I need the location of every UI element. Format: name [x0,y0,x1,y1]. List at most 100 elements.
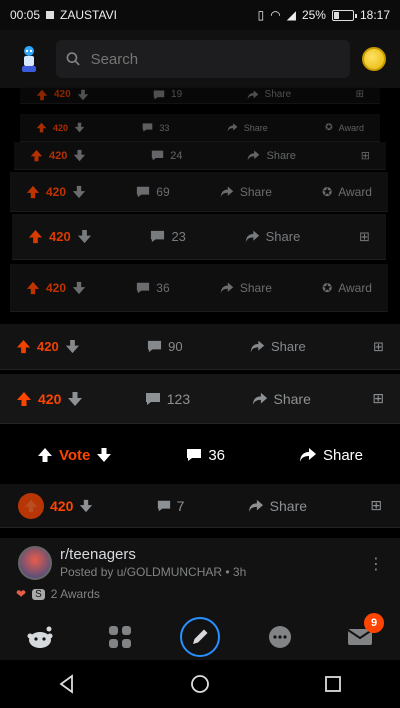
share-icon [245,230,259,243]
downvote-icon[interactable] [73,149,86,162]
downvote-icon[interactable] [79,499,93,513]
chat-icon [269,626,291,648]
upvote-icon[interactable] [26,185,40,199]
grid-icon [109,626,131,648]
share-button[interactable]: Share [248,498,307,514]
subreddit-avatar[interactable] [18,546,52,580]
share-button[interactable]: Share [252,391,311,407]
comments-button[interactable]: 123 [145,391,190,407]
upvote-active-icon[interactable] [18,492,44,519]
score: 420 [38,390,62,407]
comment-count: 24 [170,149,183,162]
downvote-icon[interactable] [74,122,85,133]
comments-button[interactable]: 69 [136,184,170,199]
share-button[interactable]: Share [220,281,272,295]
awards-row[interactable]: ❤ S 2 Awards [16,587,384,601]
reddit-home-icon [27,626,53,648]
share-icon [220,282,234,293]
comment-count: 23 [171,229,186,244]
tab-inbox[interactable]: 9 [338,613,384,659]
share-label: Share [264,89,292,100]
comment-icon [151,230,165,243]
comments-button[interactable]: 33 [142,122,169,133]
tab-chat[interactable] [258,615,302,659]
coin-icon[interactable] [362,47,386,71]
upvote-icon[interactable] [37,447,53,463]
comments-button[interactable]: 23 [150,229,186,244]
award-plus-icon[interactable]: ⊞ [359,229,370,245]
comment-count: 90 [168,339,183,354]
search-input[interactable] [90,50,340,68]
share-icon [299,448,316,462]
subreddit-name[interactable]: r/teenagers [60,546,384,563]
comment-icon [148,340,162,353]
upvote-icon[interactable] [36,122,47,133]
downvote-icon[interactable] [96,447,112,463]
tab-create-post[interactable] [178,615,222,659]
clock-right: 18:17 [359,8,390,22]
upvote-icon[interactable] [28,229,43,244]
share-label: Share [270,339,306,354]
share-label: Share [273,390,311,407]
award-plus-icon[interactable]: ⊞ [361,149,370,162]
back-icon[interactable] [57,674,77,694]
clock-left: 00:05 [10,8,41,22]
vote-action-row: Vote 36 Share [0,428,400,482]
comments-button[interactable]: 24 [151,149,183,162]
comments-button[interactable]: 36 [136,281,170,295]
downvote-icon[interactable] [77,89,89,101]
home-icon[interactable] [190,674,210,694]
tab-communities[interactable] [98,615,142,659]
share-button[interactable]: Share [299,447,363,464]
bottom-tab-bar: 9 [0,613,400,660]
upvote-icon[interactable] [36,89,48,101]
comment-icon [143,123,153,132]
comments-button[interactable]: 7 [157,497,185,514]
vote-bar: 420 23 Share ⊞ [12,214,386,260]
comments-button[interactable]: 36 [186,447,225,464]
award-silver-icon: S [32,588,45,600]
android-nav-bar [0,660,400,708]
share-button[interactable]: Share [245,229,300,244]
comment-count: 69 [156,184,170,199]
search-bar[interactable] [56,40,350,78]
share-button[interactable]: Share [250,339,306,354]
comments-button[interactable]: 90 [147,339,183,354]
downvote-icon[interactable] [72,281,86,295]
vote-bar: 420 123 Share ⊞ [0,374,400,424]
tab-home[interactable] [18,615,62,659]
signal-icon: ◢ [286,8,296,22]
award-plus-icon[interactable]: ⊞ [370,497,382,514]
award-button[interactable]: ✪ Award [322,185,372,199]
downvote-icon[interactable] [65,339,80,354]
more-options-icon[interactable]: ⋮ [368,554,384,574]
share-button[interactable]: Share [247,149,296,162]
award-plus-icon[interactable]: ⊞ [372,390,384,407]
profile-avatar[interactable] [14,44,44,74]
upvote-icon[interactable] [26,281,40,295]
downvote-icon[interactable] [72,185,86,199]
share-button[interactable]: Share [247,89,292,101]
award-label: Award [338,122,364,133]
comment-icon [157,500,170,511]
award-plus-icon[interactable]: ⊞ [373,339,384,355]
downvote-icon[interactable] [77,229,92,244]
battery-percent: 25% [301,8,326,22]
comment-count: 7 [176,497,185,514]
share-button[interactable]: Share [227,122,268,133]
share-icon [248,150,260,161]
upvote-icon[interactable] [16,339,31,354]
recents-icon[interactable] [323,674,343,694]
award-label: Award [338,184,372,199]
battery-icon [331,9,357,21]
comment-icon [145,392,160,405]
award-button[interactable]: ✪ Award [325,122,364,133]
award-button[interactable]: ✪ Award [322,281,372,295]
score: 420 [53,122,69,133]
award-plus-icon[interactable]: ⊞ [356,89,364,100]
downvote-icon[interactable] [67,391,83,407]
comments-button[interactable]: 19 [153,89,182,101]
share-button[interactable]: Share [220,185,272,199]
upvote-icon[interactable] [16,391,32,407]
upvote-icon[interactable] [30,149,43,162]
